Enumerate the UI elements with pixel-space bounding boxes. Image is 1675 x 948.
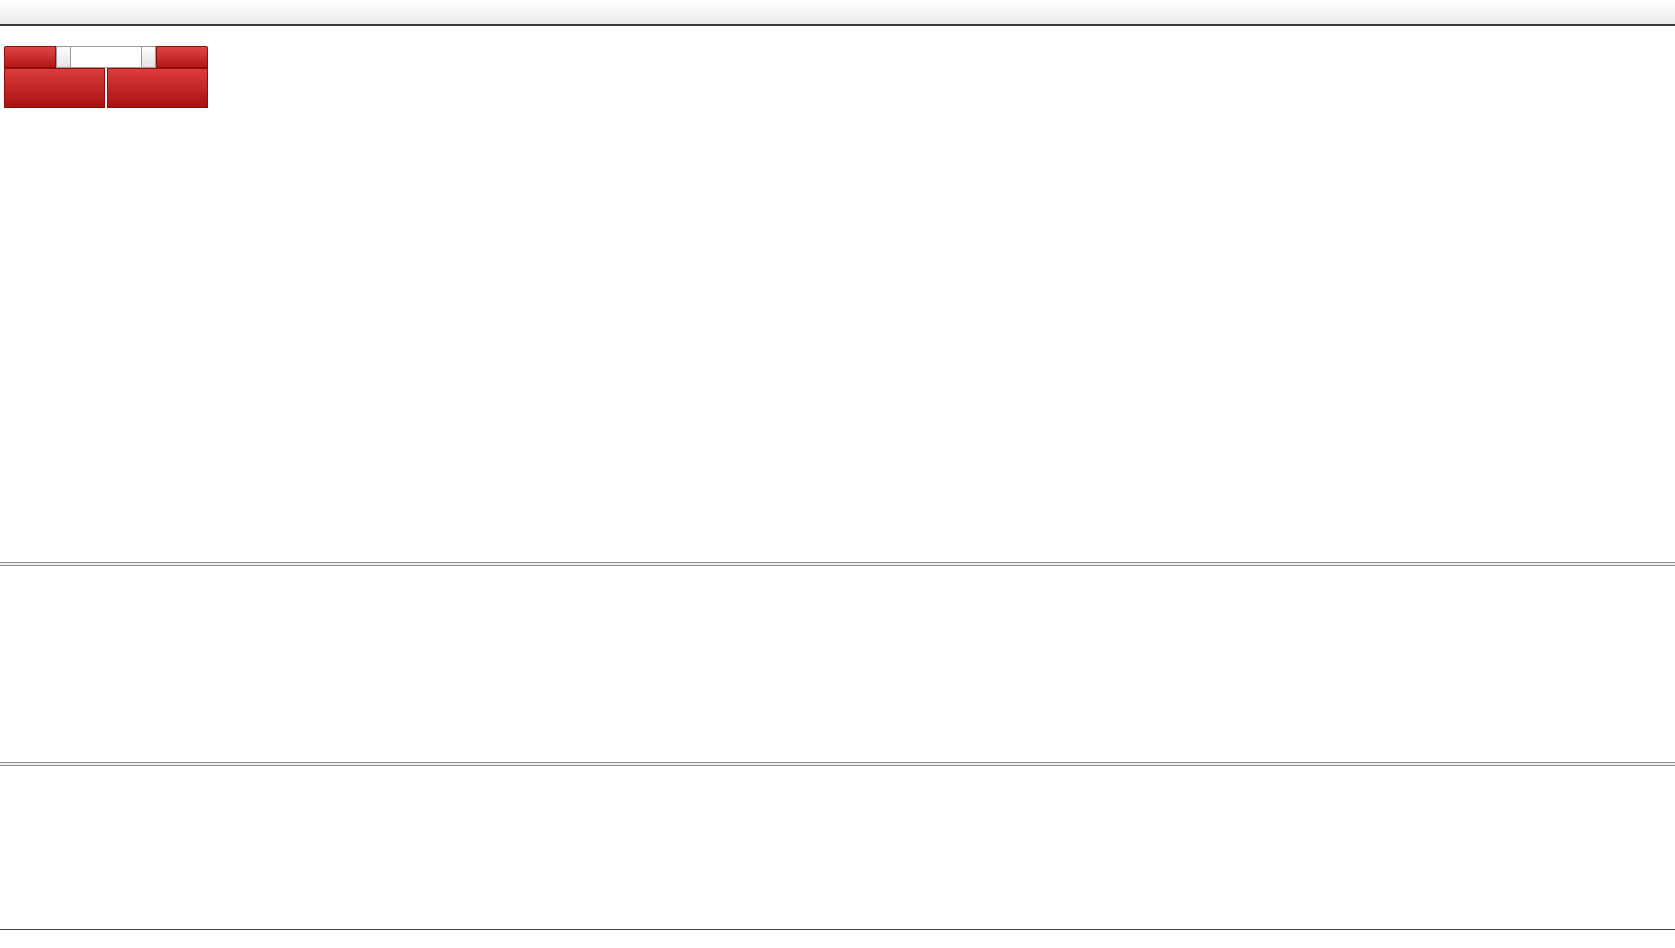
sell-price[interactable]: [4, 68, 105, 108]
one-click-trade-panel: [4, 46, 208, 108]
rsi-pane[interactable]: [0, 766, 1675, 929]
buy-button[interactable]: [156, 46, 208, 68]
date-axis[interactable]: [0, 929, 1675, 948]
main-chart-pane[interactable]: [0, 28, 1675, 562]
sell-button[interactable]: [4, 46, 56, 68]
mt4-terminal: [0, 0, 1675, 948]
volume-down-button[interactable]: [56, 46, 71, 68]
macd-pane[interactable]: [0, 566, 1675, 762]
toolbar: [0, 0, 1675, 26]
chart-header: [6, 31, 18, 45]
volume-input[interactable]: [71, 46, 141, 68]
volume-up-button[interactable]: [141, 46, 156, 68]
buy-price[interactable]: [107, 68, 208, 108]
